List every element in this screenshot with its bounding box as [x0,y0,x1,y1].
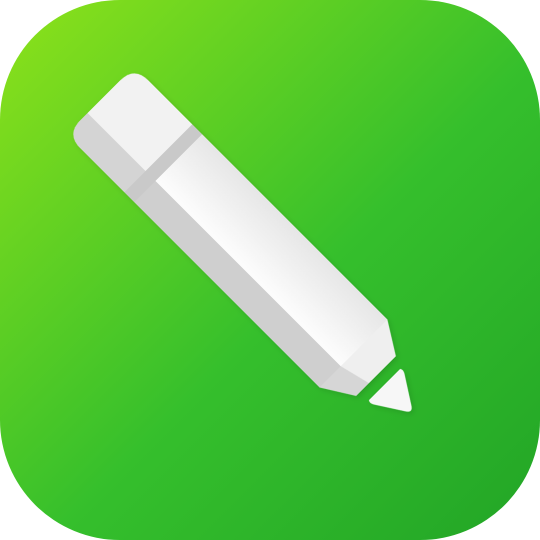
app-icon[interactable] [0,0,540,540]
app-icon-graphic [0,0,540,540]
